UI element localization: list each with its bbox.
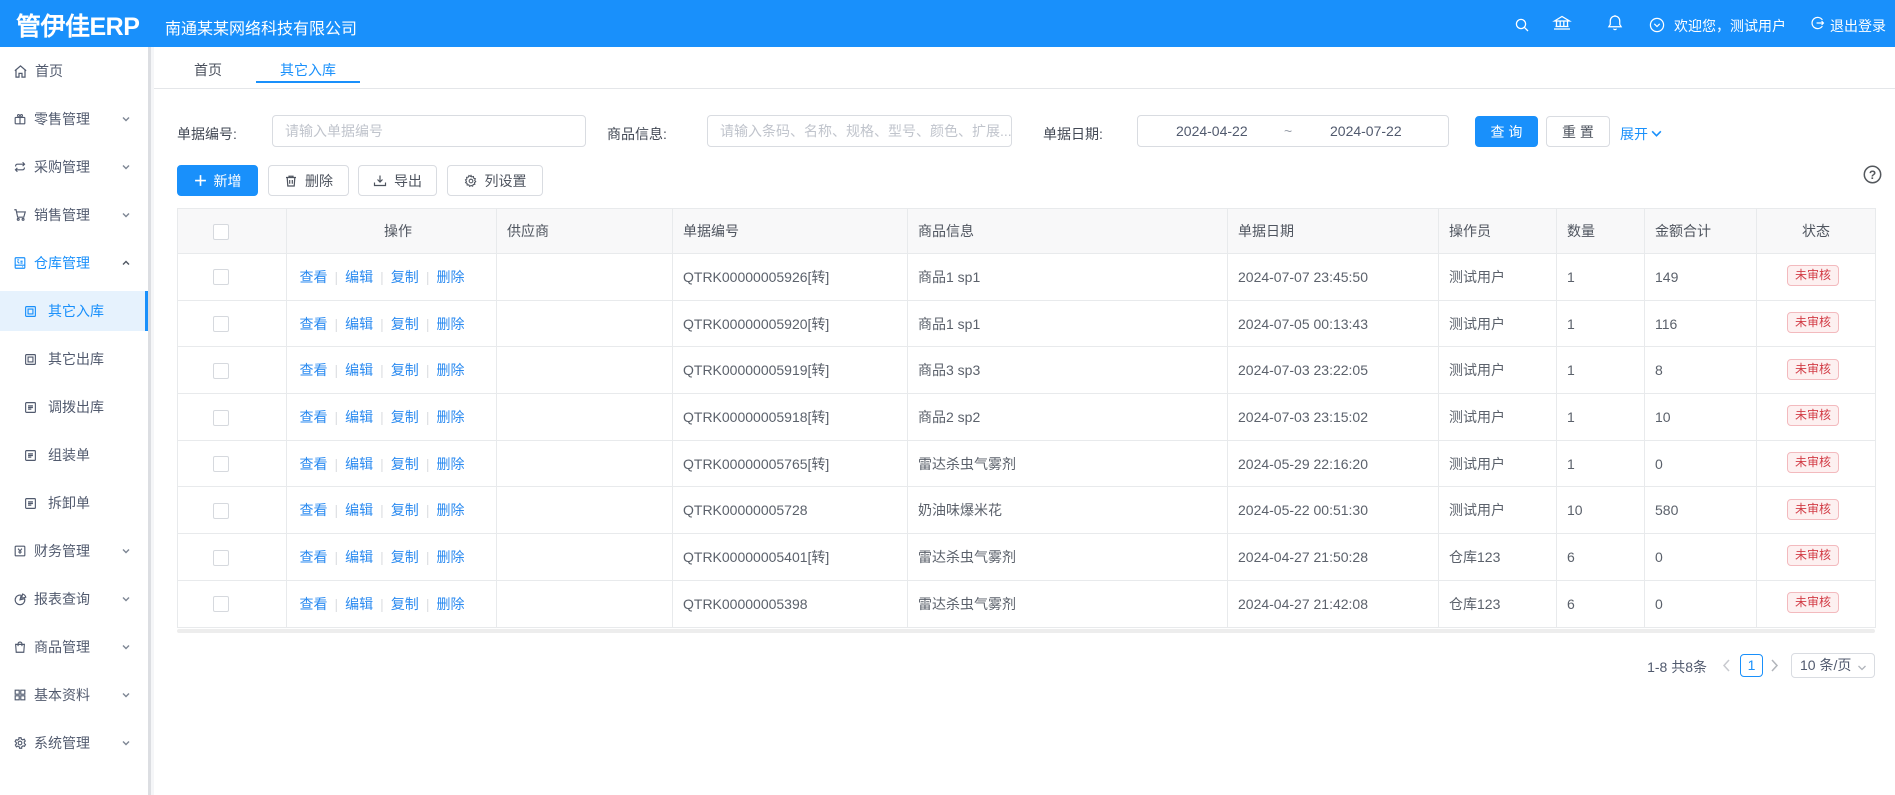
svg-text:?: ?	[1869, 168, 1876, 182]
